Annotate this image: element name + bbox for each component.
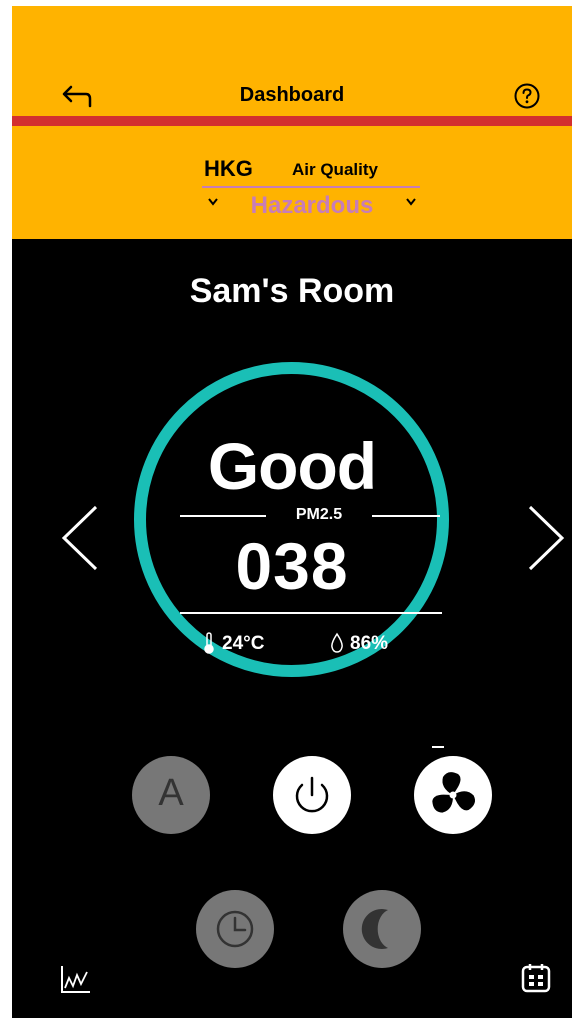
power-icon bbox=[295, 776, 329, 813]
air-quality-label: Air Quality bbox=[292, 160, 378, 179]
room-name: Sam's Room bbox=[189, 272, 395, 310]
chart-icon[interactable] bbox=[60, 964, 92, 996]
air-quality-row: HKG Air Quality bbox=[202, 156, 422, 190]
pm-label: PM2.5 bbox=[295, 506, 343, 523]
quality-rating: Good bbox=[207, 429, 377, 503]
ring-divider bbox=[180, 612, 442, 614]
header-divider bbox=[12, 116, 572, 126]
calendar-icon[interactable] bbox=[520, 962, 552, 994]
indicator-tick bbox=[432, 746, 444, 748]
fan-icon bbox=[432, 772, 475, 813]
pm-divider-right bbox=[372, 515, 440, 517]
timer-button[interactable] bbox=[196, 890, 274, 968]
air-quality-status-row: Hazardous bbox=[202, 192, 422, 222]
power-button[interactable] bbox=[273, 756, 351, 834]
top-header: Dashboard HKG Air Quality Hazardous bbox=[12, 6, 572, 239]
help-icon[interactable] bbox=[513, 82, 541, 110]
humidity-value: 86% bbox=[350, 633, 389, 654]
clock-icon bbox=[216, 910, 254, 948]
air-quality-divider bbox=[202, 186, 420, 188]
moon-icon bbox=[361, 909, 388, 949]
droplet-icon bbox=[331, 632, 343, 653]
pm-divider-left bbox=[180, 515, 266, 517]
thermometer-icon bbox=[204, 632, 214, 654]
app-screen: Dashboard HKG Air Quality Hazardous Sam'… bbox=[12, 6, 572, 1018]
sleep-mode-button[interactable] bbox=[343, 890, 421, 968]
auto-mode-button[interactable]: A bbox=[132, 756, 210, 834]
auto-mode-label: A bbox=[158, 772, 184, 814]
city-selector[interactable]: HKG bbox=[204, 156, 253, 182]
fan-speed-button[interactable] bbox=[414, 756, 492, 834]
page-title: Dashboard bbox=[239, 84, 345, 106]
chevron-down-icon[interactable] bbox=[406, 198, 416, 206]
air-quality-status: Hazardous bbox=[250, 192, 374, 219]
pm-value: 038 bbox=[235, 529, 349, 603]
temperature-value: 24°C bbox=[222, 633, 265, 654]
